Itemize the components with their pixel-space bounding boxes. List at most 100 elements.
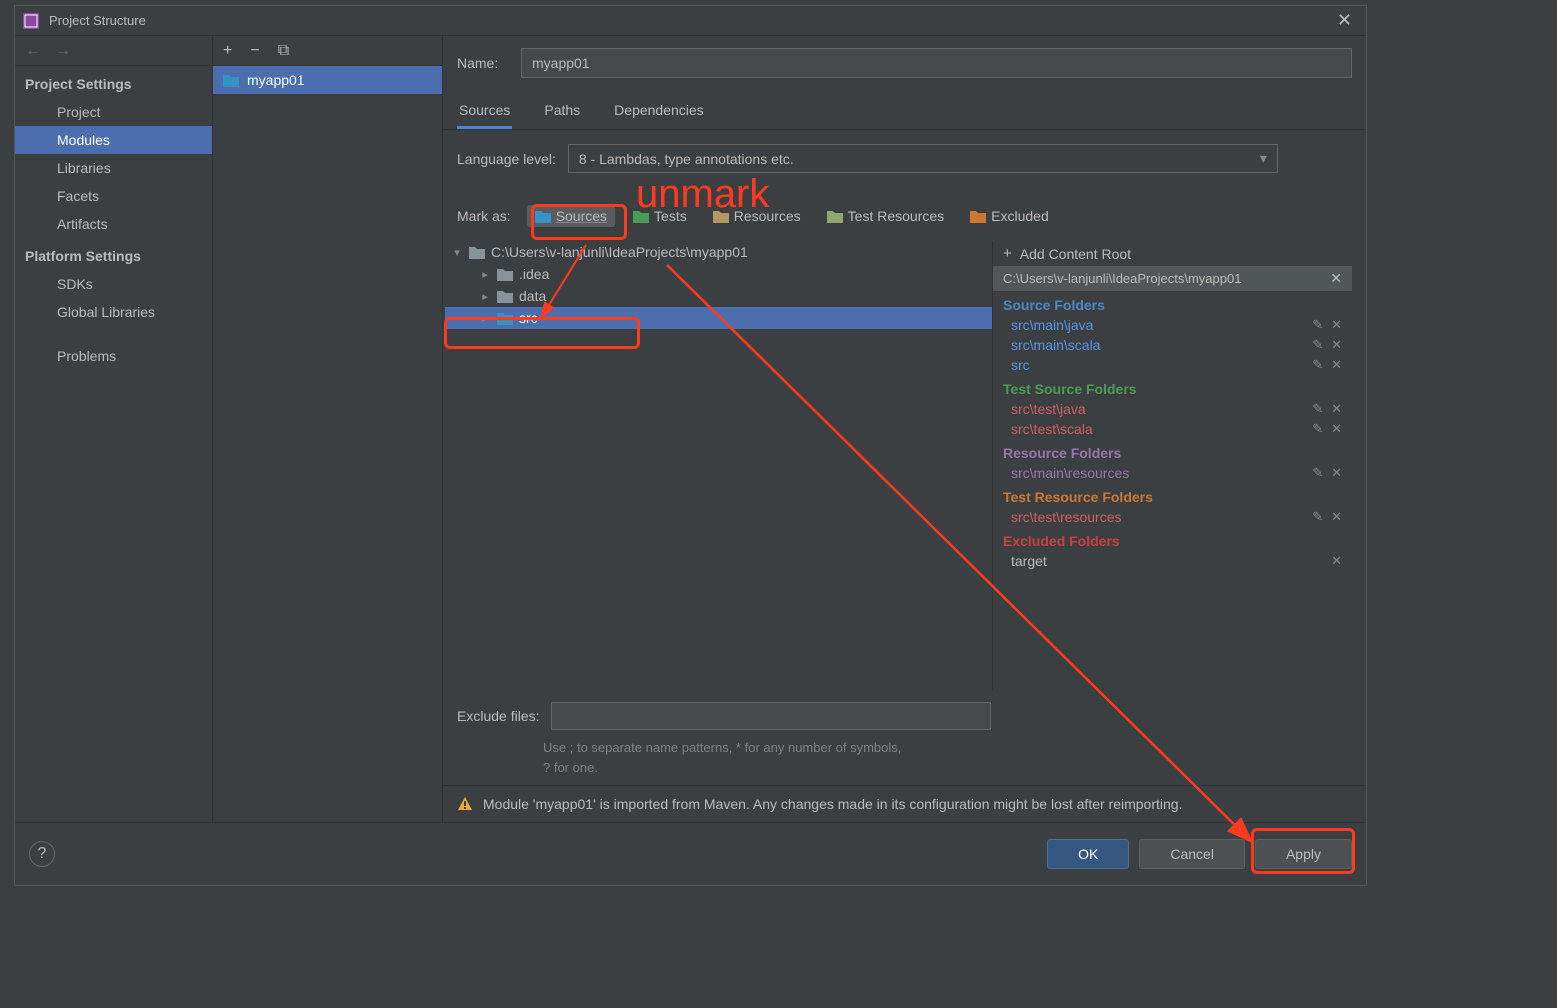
nav-global-libraries[interactable]: Global Libraries xyxy=(15,298,212,326)
plus-icon: + xyxy=(1003,245,1012,262)
folder-icon xyxy=(223,73,239,87)
cancel-button[interactable]: Cancel xyxy=(1139,839,1245,869)
mark-test-resources-button[interactable]: Test Resources xyxy=(819,205,952,227)
module-myapp01[interactable]: myapp01 xyxy=(213,66,442,94)
project-settings-heading: Project Settings xyxy=(15,66,212,98)
folder-icon xyxy=(535,209,551,223)
remove-icon[interactable]: ✕ xyxy=(1331,553,1342,569)
content-roots-panel: + Add Content Root C:\Users\v-lanjunli\I… xyxy=(992,241,1352,690)
content-root-path-bar: C:\Users\v-lanjunli\IdeaProjects\myapp01… xyxy=(993,266,1352,291)
nav-history: ← → xyxy=(15,36,212,66)
folder-icon xyxy=(497,311,513,325)
module-name-input[interactable] xyxy=(521,48,1352,78)
remove-icon[interactable]: ✕ xyxy=(1331,421,1342,437)
remove-icon[interactable]: ✕ xyxy=(1331,509,1342,525)
edit-icon[interactable]: ✎ xyxy=(1312,509,1323,525)
left-nav: ← → Project Settings Project Modules Lib… xyxy=(15,36,213,822)
button-bar: ? OK Cancel Apply xyxy=(15,822,1366,885)
nav-artifacts[interactable]: Artifacts xyxy=(15,210,212,238)
warning-icon xyxy=(457,796,473,812)
remove-icon[interactable]: ✕ xyxy=(1331,337,1342,353)
chevron-right-icon: ▸ xyxy=(479,290,491,303)
tree-root[interactable]: ▾ C:\Users\v-lanjunli\IdeaProjects\myapp… xyxy=(445,241,992,263)
mark-excluded-label: Excluded xyxy=(991,208,1049,224)
remove-icon[interactable]: ✕ xyxy=(1331,357,1342,373)
tree-item-src[interactable]: ▸ src xyxy=(445,307,992,329)
remove-content-root-icon[interactable]: ✕ xyxy=(1330,270,1342,287)
chevron-down-icon: ▾ xyxy=(1260,150,1267,167)
edit-icon[interactable]: ✎ xyxy=(1312,421,1323,437)
edit-icon[interactable]: ✎ xyxy=(1312,317,1323,333)
resource-folders-heading: Resource Folders xyxy=(993,439,1352,463)
titlebar: Project Structure ✕ xyxy=(15,6,1366,36)
edit-icon[interactable]: ✎ xyxy=(1312,401,1323,417)
excluded-folder-item[interactable]: target✕ xyxy=(993,551,1352,571)
help-button[interactable]: ? xyxy=(29,841,55,867)
mark-sources-label: Sources xyxy=(556,208,607,224)
chevron-right-icon: ▸ xyxy=(479,312,491,325)
tree-item-data[interactable]: ▸ data xyxy=(445,285,992,307)
folder-icon xyxy=(497,267,513,281)
back-icon[interactable]: ← xyxy=(25,42,41,60)
source-tree: ▾ C:\Users\v-lanjunli\IdeaProjects\myapp… xyxy=(443,241,992,690)
source-folder-item[interactable]: src✎✕ xyxy=(993,355,1352,375)
resource-folder-item[interactable]: src\main\resources✎✕ xyxy=(993,463,1352,483)
mark-resources-button[interactable]: Resources xyxy=(705,205,809,227)
maven-warning: Module 'myapp01' is imported from Maven.… xyxy=(443,785,1366,822)
folder-icon xyxy=(713,209,729,223)
name-label: Name: xyxy=(457,55,507,71)
module-tabs: Sources Paths Dependencies xyxy=(443,94,1366,130)
add-content-root[interactable]: + Add Content Root xyxy=(993,241,1352,266)
mark-tests-label: Tests xyxy=(654,208,687,224)
tab-paths[interactable]: Paths xyxy=(542,94,582,129)
edit-icon[interactable]: ✎ xyxy=(1312,357,1323,373)
remove-icon[interactable]: ✕ xyxy=(1331,465,1342,481)
source-folder-item[interactable]: src\main\java✎✕ xyxy=(993,315,1352,335)
apply-button[interactable]: Apply xyxy=(1255,839,1352,869)
module-editor: Name: Sources Paths Dependencies Languag… xyxy=(443,36,1366,822)
folder-icon xyxy=(633,209,649,223)
folder-icon xyxy=(970,209,986,223)
tab-dependencies[interactable]: Dependencies xyxy=(612,94,706,129)
mark-as-label: Mark as: xyxy=(457,208,511,224)
chevron-right-icon: ▸ xyxy=(479,268,491,281)
nav-facets[interactable]: Facets xyxy=(15,182,212,210)
folder-icon xyxy=(469,245,485,259)
close-icon[interactable]: ✕ xyxy=(1331,10,1358,31)
forward-icon[interactable]: → xyxy=(55,42,71,60)
folder-icon xyxy=(827,209,843,223)
nav-project[interactable]: Project xyxy=(15,98,212,126)
test-resource-folder-item[interactable]: src\test\resources✎✕ xyxy=(993,507,1352,527)
edit-icon[interactable]: ✎ xyxy=(1312,337,1323,353)
remove-module-icon[interactable]: − xyxy=(250,42,259,60)
mark-resources-label: Resources xyxy=(734,208,801,224)
remove-icon[interactable]: ✕ xyxy=(1331,401,1342,417)
exclude-files-input[interactable] xyxy=(551,702,991,730)
tree-item-idea[interactable]: ▸ .idea xyxy=(445,263,992,285)
exclude-files-label: Exclude files: xyxy=(457,708,539,724)
nav-libraries[interactable]: Libraries xyxy=(15,154,212,182)
tree-root-label: C:\Users\v-lanjunli\IdeaProjects\myapp01 xyxy=(491,244,748,260)
remove-icon[interactable]: ✕ xyxy=(1331,317,1342,333)
copy-module-icon[interactable]: ⧉ xyxy=(278,42,289,60)
tab-sources[interactable]: Sources xyxy=(457,94,512,129)
nav-problems[interactable]: Problems xyxy=(15,342,212,370)
module-toolbar: + − ⧉ xyxy=(213,36,442,66)
ok-button[interactable]: OK xyxy=(1047,839,1129,869)
mark-tests-button[interactable]: Tests xyxy=(625,205,695,227)
exclude-hint: Use ; to separate name patterns, * for a… xyxy=(443,734,1366,785)
project-structure-dialog: Project Structure ✕ ← → Project Settings… xyxy=(14,5,1367,886)
content-root-path: C:\Users\v-lanjunli\IdeaProjects\myapp01 xyxy=(1003,271,1241,286)
language-level-label: Language level: xyxy=(457,151,556,167)
source-folder-item[interactable]: src\main\scala✎✕ xyxy=(993,335,1352,355)
edit-icon[interactable]: ✎ xyxy=(1312,465,1323,481)
nav-modules[interactable]: Modules xyxy=(15,126,212,154)
add-module-icon[interactable]: + xyxy=(223,42,232,60)
language-level-select[interactable]: 8 - Lambdas, type annotations etc. ▾ xyxy=(568,144,1278,173)
mark-excluded-button[interactable]: Excluded xyxy=(962,205,1057,227)
mark-sources-button[interactable]: Sources xyxy=(527,205,615,227)
test-source-folder-item[interactable]: src\test\scala✎✕ xyxy=(993,419,1352,439)
test-source-folder-item[interactable]: src\test\java✎✕ xyxy=(993,399,1352,419)
module-list-panel: + − ⧉ myapp01 xyxy=(213,36,443,822)
nav-sdks[interactable]: SDKs xyxy=(15,270,212,298)
